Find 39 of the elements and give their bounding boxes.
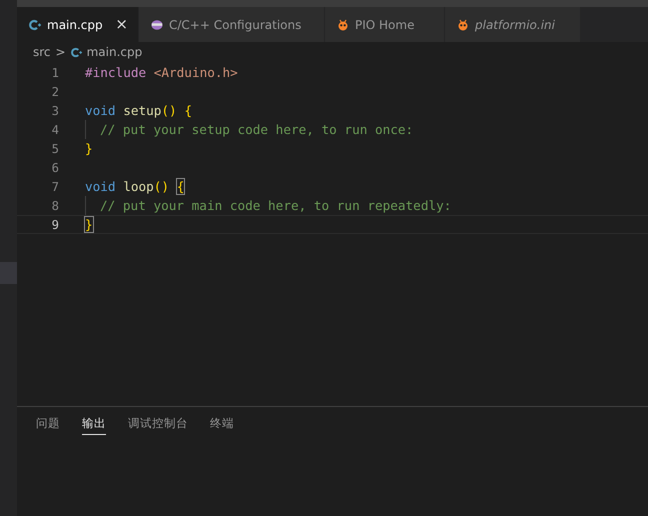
editor-tab[interactable]: platformio.ini [445, 7, 581, 42]
code-line: void setup() { [85, 103, 192, 118]
code-line: // put your main code here, to run repeatedly: [100, 198, 452, 213]
line-number: 6 [50, 160, 59, 174]
line-number: 5 [50, 142, 59, 156]
editor-tab[interactable]: C/C++ Configurations [139, 7, 325, 42]
config-icon [151, 18, 163, 30]
ant-head-icon [337, 18, 349, 30]
editor-tab[interactable]: main.cpp × [17, 7, 139, 42]
code-line: } [85, 141, 93, 156]
cpp-file-icon [70, 46, 82, 58]
panel-tab[interactable]: 终端 [210, 416, 234, 435]
sidebar-item-highlight [0, 262, 17, 284]
close-icon[interactable]: × [115, 17, 128, 32]
line-number: 7 [50, 180, 59, 194]
line-number: 8 [50, 198, 59, 212]
panel-tab[interactable]: 输出 [82, 416, 106, 435]
line-number: 1 [50, 66, 59, 80]
line-number: 9 [50, 218, 59, 232]
code-line: // put your setup code here, to run once: [100, 122, 414, 137]
cpp-file-icon [29, 18, 41, 30]
breadcrumb-folder[interactable]: src [33, 45, 51, 59]
code-line: void loop() { [85, 179, 184, 194]
code-editor[interactable]: 1 #include <Arduino.h> 2 3 void setup() { 4 // put your setup code here, to run once: 5 } 6 7 void loop() { 8 // put your main code here, to run repeatedly: 9 } [17, 62, 648, 406]
tab-label: main.cpp [47, 18, 103, 32]
editor-tab[interactable]: PIO Home [325, 7, 445, 42]
code-line: #include <Arduino.h> [85, 65, 238, 80]
tab-label: C/C++ Configurations [169, 18, 302, 32]
panel-tab[interactable]: 调试控制台 [128, 416, 188, 435]
panel-tab[interactable]: 问题 [36, 416, 60, 435]
breadcrumb-file[interactable]: main.cpp [86, 45, 142, 59]
code-line: } [85, 217, 93, 232]
breadcrumb-separator: > [56, 45, 66, 59]
line-number: 4 [50, 122, 59, 136]
line-number: 3 [50, 104, 59, 118]
tab-label: platformio.ini [475, 18, 555, 32]
tab-label: PIO Home [355, 18, 414, 32]
ant-head-icon [457, 18, 469, 30]
line-number: 2 [50, 84, 59, 98]
